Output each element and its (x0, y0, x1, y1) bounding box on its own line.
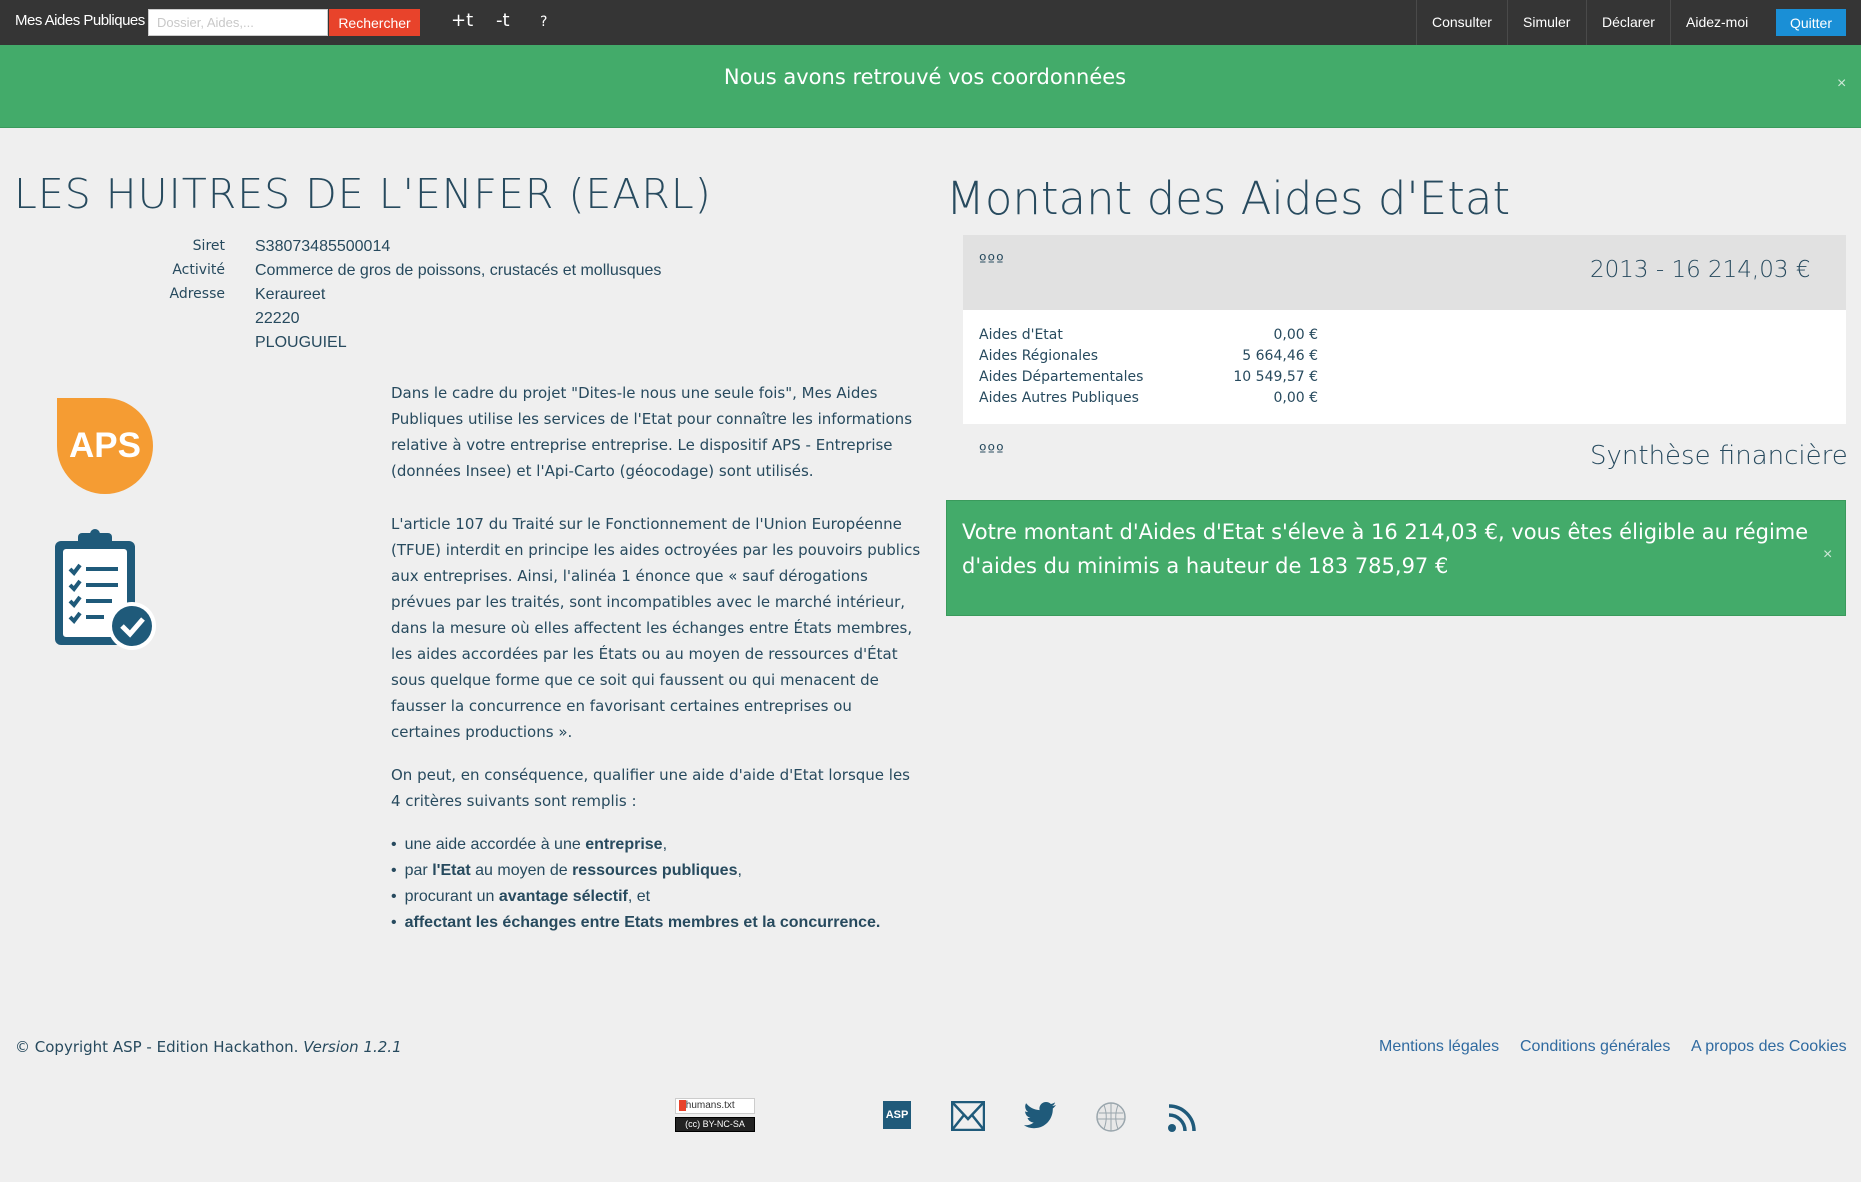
copyright: © Copyright ASP - Edition Hackathon. Ver… (15, 1038, 402, 1056)
close-icon[interactable]: × (1823, 546, 1832, 564)
brand-logo[interactable]: Mes Aides Publiques (15, 12, 145, 29)
activity-label: Activité (172, 262, 225, 278)
criteria-list: une aide accordée à une entreprise, par … (391, 832, 881, 936)
expand-dots-icon[interactable]: ººº (979, 441, 1005, 460)
nav-declarer[interactable]: Déclarer (1586, 0, 1670, 45)
increase-font-button[interactable]: +t (451, 10, 473, 31)
siret-value: S38073485500014 (255, 238, 391, 255)
nav-simuler[interactable]: Simuler (1507, 0, 1585, 45)
expand-dots-icon[interactable]: ººº (979, 251, 1005, 270)
list-item: une aide accordée à une entreprise, (391, 832, 880, 858)
humans-txt-label: humans.txt (685, 1100, 735, 1111)
decrease-font-button[interactable]: -t (496, 10, 510, 31)
twitter-icon[interactable] (1023, 1101, 1057, 1131)
license-badge[interactable]: (cc) BY-NC-SA (675, 1117, 755, 1132)
aid-breakdown-panel (963, 310, 1846, 424)
search-button[interactable]: Rechercher (329, 9, 420, 36)
aps-logo: APS (57, 398, 153, 494)
address-city: PLOUGUIEL (255, 334, 347, 351)
quit-button[interactable]: Quitter (1776, 9, 1846, 36)
list-item: procurant un avantage sélectif, et (391, 884, 880, 910)
eligibility-message: Votre montant d'Aides d'Etat s'éleve à 1… (962, 520, 1809, 578)
company-name: LES HUITRES DE L'ENFER (EARL) (14, 170, 712, 218)
alert-message: Nous avons retrouvé vos coordonnées (723, 65, 1127, 89)
nav-aidez-moi[interactable]: Aidez-moi (1670, 0, 1763, 45)
siret-label: Siret (192, 238, 225, 254)
aps-logo-text: APS (69, 426, 141, 465)
address-street: Keraureet (255, 286, 326, 303)
footer-link-conditions[interactable]: Conditions générales (1520, 1038, 1670, 1056)
asp-logo-icon[interactable]: ASP (883, 1101, 911, 1129)
address-postal-code: 22220 (255, 310, 300, 327)
state-aid-title: Montant des Aides d'Etat (946, 172, 1511, 225)
nav-consulter[interactable]: Consulter (1416, 0, 1507, 45)
aid-value-regionales: 5 664,46 € (1242, 348, 1318, 364)
financial-synthesis-link[interactable]: Synthèse financière (1590, 441, 1848, 471)
rss-icon[interactable] (1167, 1101, 1199, 1133)
list-item: affectant les échanges entre Etats membr… (391, 910, 881, 936)
success-alert: Nous avons retrouvé vos coordonnées × (0, 45, 1861, 128)
clipboard-check-icon (55, 529, 156, 650)
list-item: par l'Etat au moyen de ressources publiq… (391, 858, 880, 884)
aid-value-departementales: 10 549,57 € (1233, 369, 1318, 385)
aid-label-regionales: Aides Régionales (979, 348, 1099, 364)
paragraph-criteria-intro: On peut, en conséquence, qualifier une a… (391, 766, 910, 810)
aid-label-departementales: Aides Départementales (979, 369, 1144, 385)
search-input[interactable] (148, 9, 328, 36)
close-icon[interactable]: × (1837, 75, 1846, 93)
top-navbar: Mes Aides Publiques Rechercher +t -t ? C… (0, 0, 1861, 45)
humans-txt-badge[interactable]: humans.txt (cc) BY-NC-SA (675, 1098, 755, 1132)
footer-link-cookies[interactable]: A propos des Cookies (1691, 1038, 1847, 1056)
year-total: 2013 - 16 214,03 € (1590, 257, 1811, 283)
mail-icon[interactable] (951, 1101, 985, 1131)
activity-value: Commerce de gros de poissons, crustacés … (255, 262, 662, 279)
help-button[interactable]: ? (540, 14, 547, 30)
address-label: Adresse (169, 286, 225, 302)
paragraph-article-107: L'article 107 du Traité sur le Fonctionn… (391, 515, 921, 741)
eligibility-alert: Votre montant d'Aides d'Etat s'éleve à 1… (946, 500, 1846, 616)
version: Version 1.2.1 (303, 1038, 402, 1056)
footer-link-mentions[interactable]: Mentions légales (1379, 1038, 1499, 1056)
paragraph-dites-le-nous: Dans le cadre du projet "Dites-le nous u… (391, 384, 913, 480)
aid-label-autres: Aides Autres Publiques (979, 390, 1139, 406)
aid-value-etat: 0,00 € (1273, 327, 1318, 343)
aid-label-etat: Aides d'Etat (979, 327, 1063, 343)
wikipedia-globe-icon[interactable] (1094, 1101, 1128, 1133)
aid-value-autres: 0,00 € (1273, 390, 1318, 406)
